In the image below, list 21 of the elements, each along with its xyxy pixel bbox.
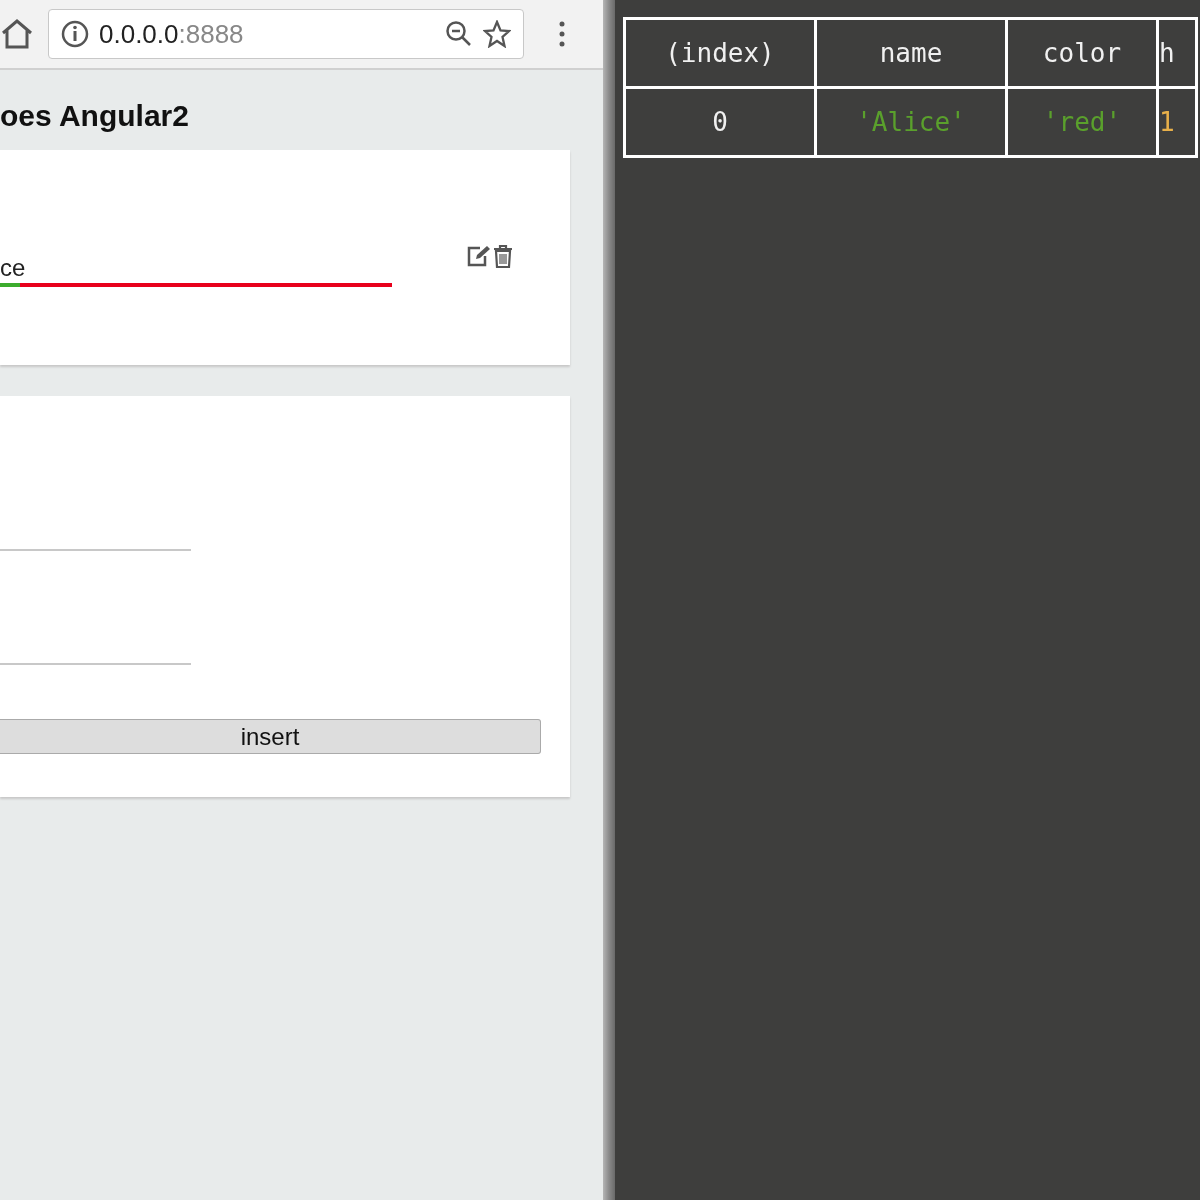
table-cell: 0: [626, 89, 814, 155]
menu-icon[interactable]: [558, 20, 566, 48]
star-icon[interactable]: [483, 20, 511, 48]
page-heading: oes Angular2: [0, 98, 189, 134]
column-header: (index): [626, 20, 814, 86]
pane-splitter[interactable]: [603, 0, 615, 1200]
zoom-out-icon[interactable]: [445, 20, 473, 48]
column-header: name: [817, 20, 1005, 86]
column-header: color: [1008, 20, 1156, 86]
info-icon[interactable]: [61, 20, 89, 48]
column-header: h: [1159, 20, 1195, 86]
trash-icon[interactable]: [492, 242, 514, 269]
edit-icon[interactable]: [466, 243, 492, 268]
table-cell: 'Alice': [817, 89, 1005, 155]
address-bar[interactable]: 0.0.0.0:8888: [48, 9, 524, 59]
address-text: 0.0.0.0:8888: [99, 18, 244, 50]
table-cell: 1: [1159, 89, 1195, 155]
table-cell: 'red': [1008, 89, 1156, 155]
insert-button[interactable]: insert: [0, 719, 541, 754]
home-icon[interactable]: [0, 19, 34, 49]
item-name: ce: [0, 254, 26, 281]
